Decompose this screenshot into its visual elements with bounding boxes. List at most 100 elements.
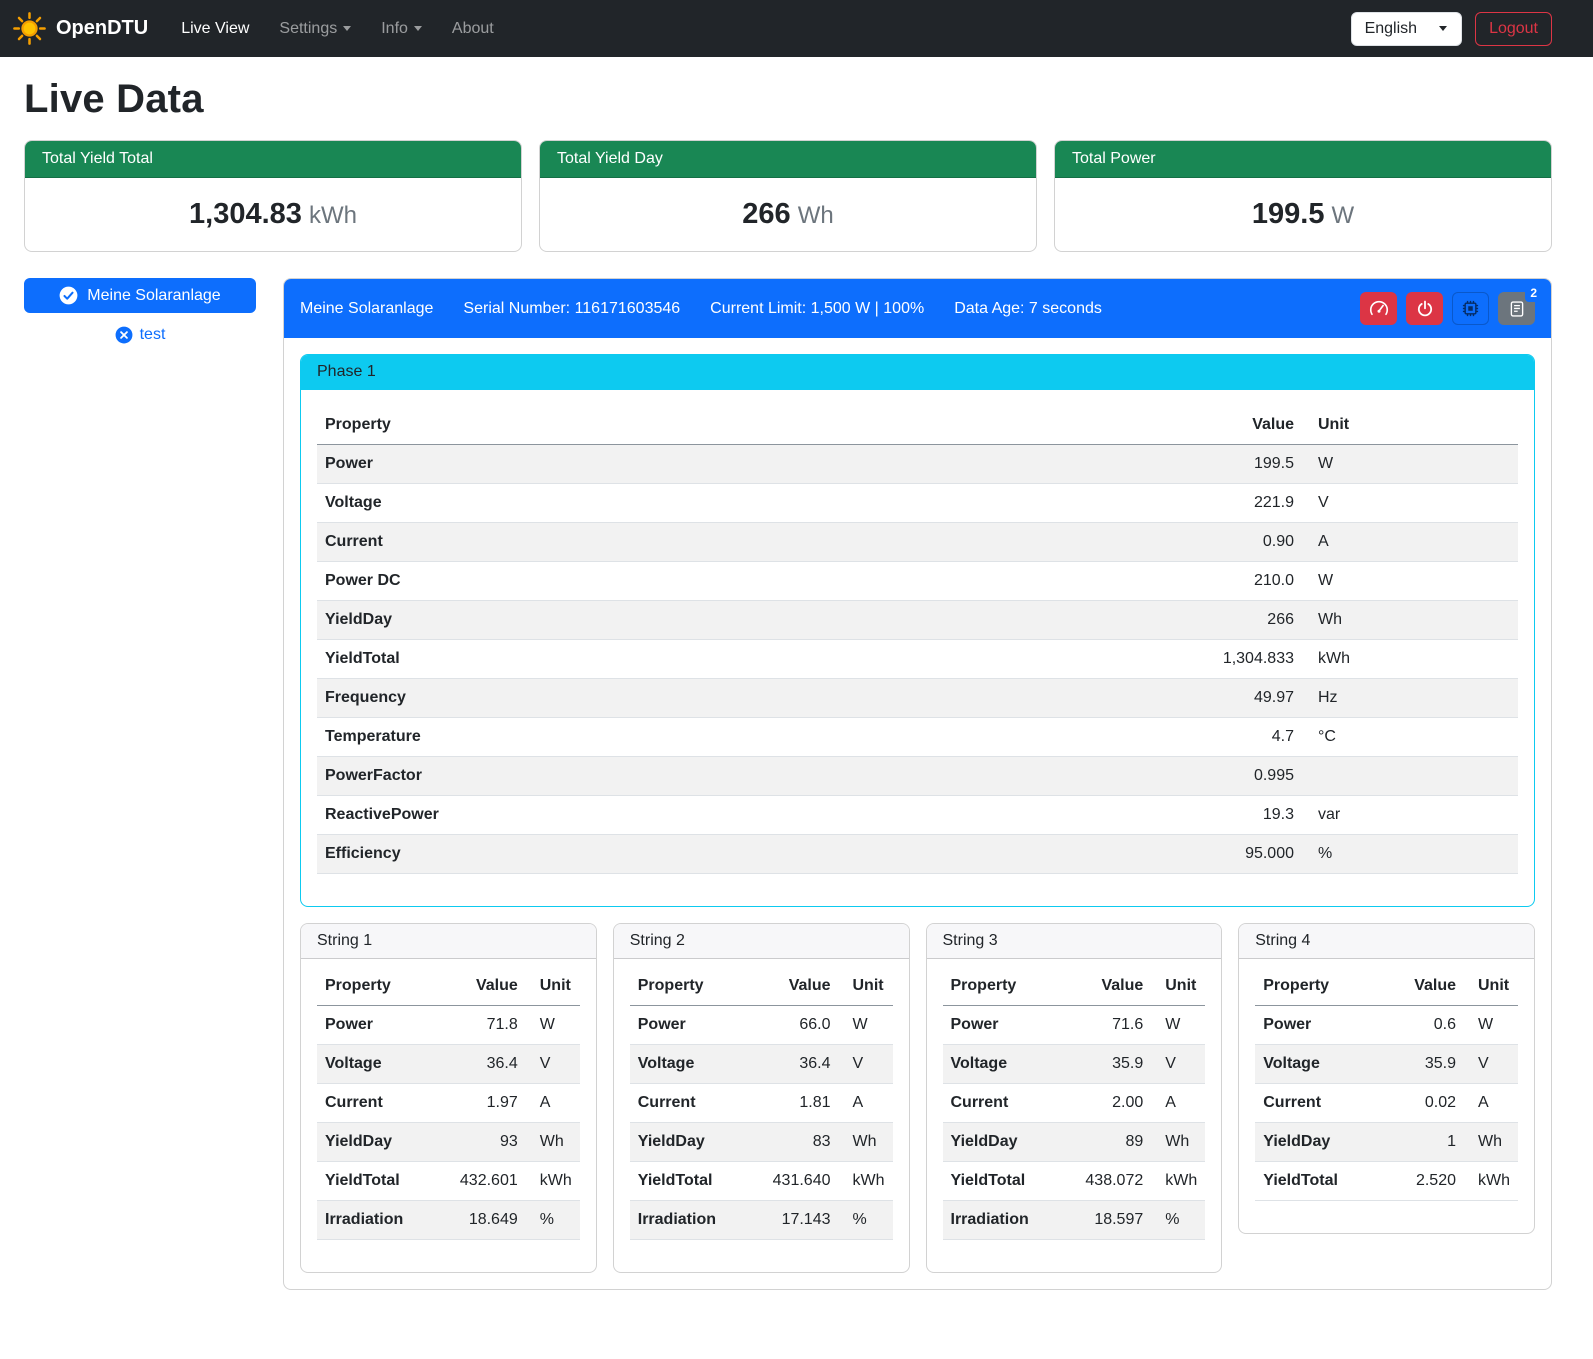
inverter-name: Meine Solaranlage (300, 300, 433, 318)
value-cell: 2.00 (1073, 1084, 1151, 1123)
column-header-property: Property (1255, 967, 1386, 1006)
table-row: YieldDay 266 Wh (317, 601, 1518, 640)
device-info-button[interactable] (1452, 292, 1489, 325)
string-table: Property Value Unit Power 71.6 W Voltage… (943, 967, 1206, 1240)
value-cell: 431.640 (761, 1162, 839, 1201)
string-table-body: Power 66.0 W Voltage 36.4 V Current 1.81… (630, 1006, 893, 1240)
power-button[interactable] (1406, 292, 1443, 325)
unit-cell: % (526, 1201, 580, 1240)
value-cell: 89 (1073, 1123, 1151, 1162)
unit-cell: kWh (1151, 1162, 1205, 1201)
property-cell: Current (630, 1084, 761, 1123)
string-card-title: String 4 (1239, 924, 1534, 959)
language-select[interactable]: English (1351, 12, 1462, 46)
property-cell: Power DC (317, 562, 1172, 601)
string-card: String 4 Property Value Unit Power 0.6 W… (1238, 923, 1535, 1234)
table-row: Power 71.6 W (943, 1006, 1206, 1045)
unit-cell: W (1151, 1006, 1205, 1045)
card-title: Total Yield Day (540, 141, 1036, 178)
table-row: Voltage 36.4 V (317, 1045, 580, 1084)
value-cell: 35.9 (1386, 1045, 1464, 1084)
table-row: YieldTotal 431.640 kWh (630, 1162, 893, 1201)
unit-cell: V (1464, 1045, 1518, 1084)
navbar: OpenDTU Live View Settings Info About En… (0, 0, 1593, 57)
chevron-down-icon (414, 26, 422, 31)
property-cell: Current (1255, 1084, 1386, 1123)
property-cell: Current (943, 1084, 1074, 1123)
value-cell: 0.90 (1172, 523, 1302, 562)
table-row: YieldTotal 1,304.833 kWh (317, 640, 1518, 679)
card-unit: W (1331, 202, 1354, 229)
value-cell: 1 (1386, 1123, 1464, 1162)
string-card-title: String 2 (614, 924, 909, 959)
value-cell: 36.4 (448, 1045, 526, 1084)
unit-cell: kWh (1464, 1162, 1518, 1201)
string-table: Property Value Unit Power 71.8 W Voltage… (317, 967, 580, 1240)
brand-label: OpenDTU (56, 17, 148, 40)
unit-cell: Wh (526, 1123, 580, 1162)
summary-row: Total Yield Total 1,304.83kWh Total Yiel… (24, 140, 1552, 252)
table-row: Voltage 35.9 V (943, 1045, 1206, 1084)
column-header-unit: Unit (526, 967, 580, 1006)
table-row: Current 0.02 A (1255, 1084, 1518, 1123)
value-cell: 199.5 (1172, 445, 1302, 484)
string-table: Property Value Unit Power 66.0 W Voltage… (630, 967, 893, 1240)
unit-cell: V (1302, 484, 1518, 523)
value-cell: 18.649 (448, 1201, 526, 1240)
column-header-value: Value (1172, 406, 1302, 445)
table-row: Frequency 49.97 Hz (317, 679, 1518, 718)
journal-list-icon (1508, 300, 1526, 318)
table-row: ReactivePower 19.3 var (317, 796, 1518, 835)
nav-link-settings[interactable]: Settings (264, 11, 366, 47)
value-cell: 1,304.833 (1172, 640, 1302, 679)
property-cell: YieldDay (317, 601, 1172, 640)
inverter-data-age: Data Age: 7 seconds (954, 300, 1102, 318)
unit-cell: % (1151, 1201, 1205, 1240)
value-cell: 2.520 (1386, 1162, 1464, 1201)
chevron-down-icon (1439, 26, 1447, 31)
unit-cell: W (1464, 1006, 1518, 1045)
column-header-unit: Unit (839, 967, 893, 1006)
property-cell: Voltage (317, 484, 1172, 523)
value-cell: 221.9 (1172, 484, 1302, 523)
brand[interactable]: OpenDTU (12, 11, 148, 46)
unit-cell: A (1464, 1084, 1518, 1123)
property-cell: Voltage (943, 1045, 1074, 1084)
limit-settings-button[interactable] (1360, 292, 1397, 325)
table-row: Power DC 210.0 W (317, 562, 1518, 601)
nav-link-live-view[interactable]: Live View (166, 11, 264, 47)
nav-link-about[interactable]: About (437, 11, 509, 47)
property-cell: Irradiation (630, 1201, 761, 1240)
unit-cell: kWh (1302, 640, 1518, 679)
card-unit: kWh (309, 202, 357, 229)
string-card: String 2 Property Value Unit Power 66.0 … (613, 923, 910, 1273)
property-cell: YieldTotal (1255, 1162, 1386, 1201)
unit-cell: A (1151, 1084, 1205, 1123)
total-power-card: Total Power 199.5W (1054, 140, 1552, 252)
table-row: Irradiation 17.143 % (630, 1201, 893, 1240)
property-cell: Power (630, 1006, 761, 1045)
inverter-panel-header: Meine Solaranlage Serial Number: 1161716… (284, 279, 1551, 338)
value-cell: 438.072 (1073, 1162, 1151, 1201)
property-cell: Current (317, 523, 1172, 562)
inverter-select-label: Meine Solaranlage (87, 287, 220, 305)
logout-button[interactable]: Logout (1475, 12, 1552, 46)
sidebar-item-test[interactable]: test (24, 326, 256, 344)
table-row: Voltage 221.9 V (317, 484, 1518, 523)
property-cell: Voltage (630, 1045, 761, 1084)
column-header-value: Value (1073, 967, 1151, 1006)
table-row: Irradiation 18.597 % (943, 1201, 1206, 1240)
inverter-select-button[interactable]: Meine Solaranlage (24, 278, 256, 313)
nav-link-info[interactable]: Info (366, 11, 437, 47)
phase-table: Property Value Unit Power 199.5 W Voltag… (317, 406, 1518, 874)
value-cell: 66.0 (761, 1006, 839, 1045)
phase-panel-title: Phase 1 (301, 355, 1534, 390)
table-row: YieldDay 83 Wh (630, 1123, 893, 1162)
nav-link-info-label: Info (381, 20, 408, 38)
column-header-value: Value (448, 967, 526, 1006)
column-header-property: Property (630, 967, 761, 1006)
unit-cell: V (839, 1045, 893, 1084)
event-log-button[interactable]: 2 (1498, 292, 1535, 325)
table-header-row: Property Value Unit (317, 406, 1518, 445)
value-cell: 95.000 (1172, 835, 1302, 874)
